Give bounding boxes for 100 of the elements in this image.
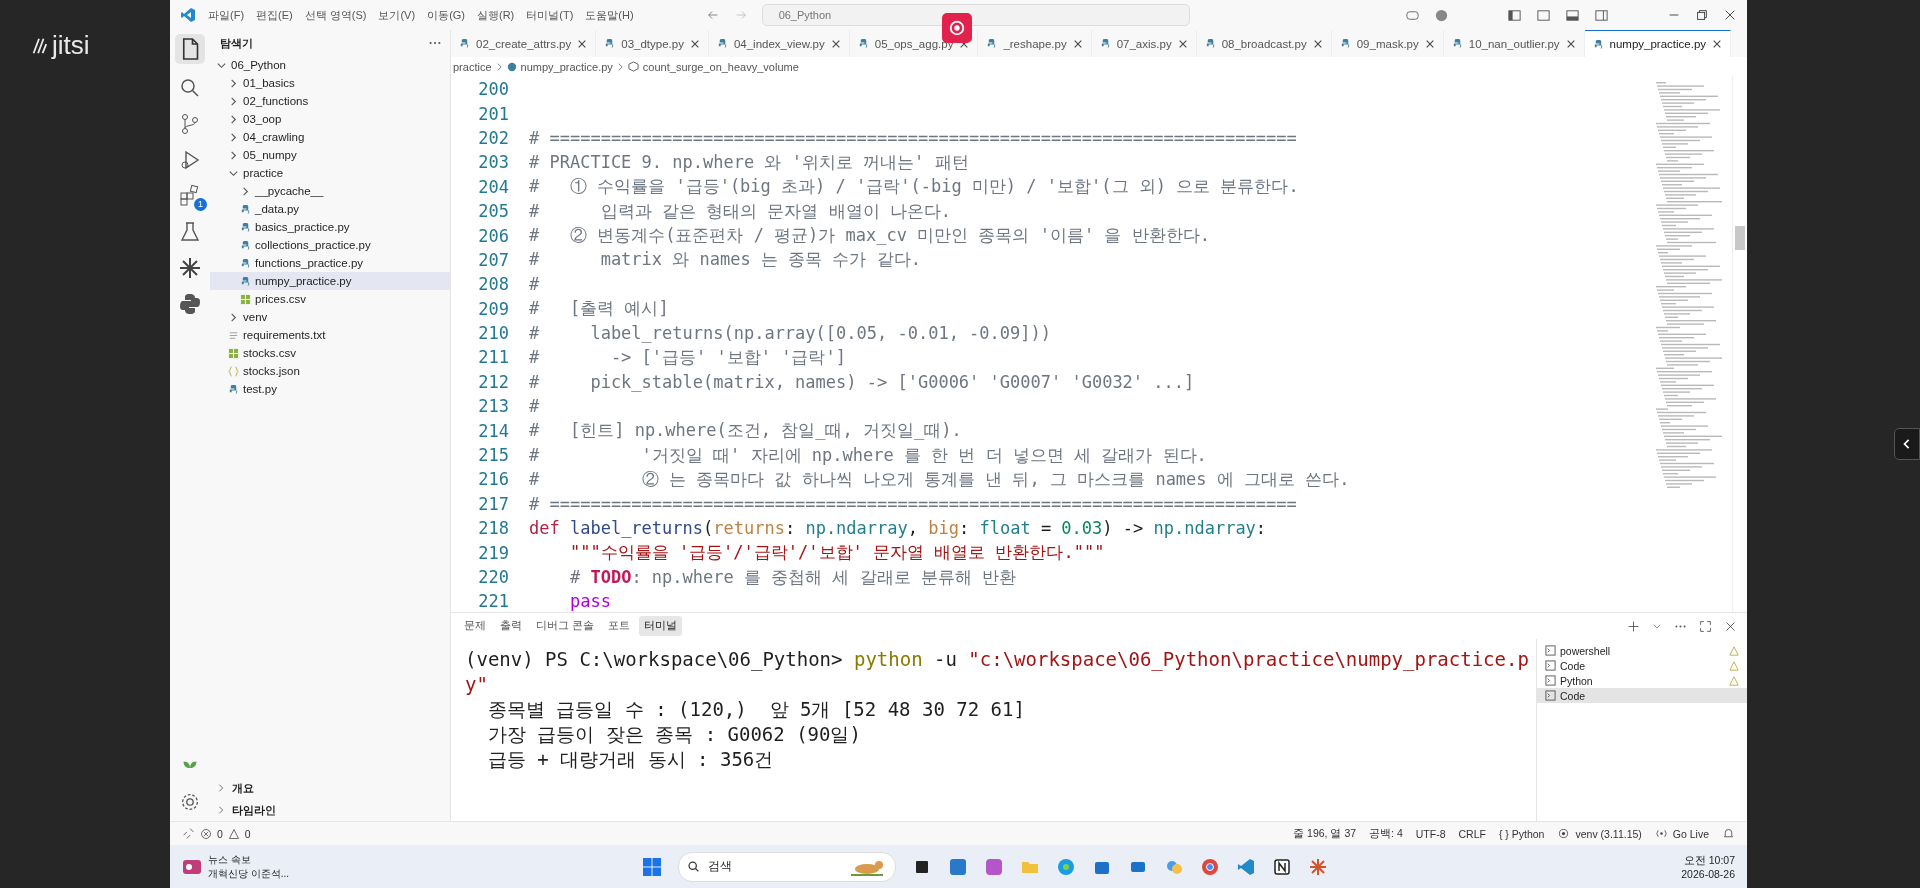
taskbar-search-field[interactable]: 검색 (678, 851, 897, 882)
panel-tab[interactable]: 포트 (602, 616, 635, 636)
tree-item[interactable]: stocks.csv (210, 344, 450, 362)
tree-item[interactable]: 02_functions (210, 92, 450, 110)
chrome-icon[interactable] (1200, 856, 1221, 877)
tree-item[interactable]: 06_Python (210, 56, 450, 74)
terminal-list-item[interactable]: powershell (1537, 643, 1747, 658)
terminal-list-item[interactable]: Code (1537, 688, 1747, 703)
vscode-logo-icon[interactable] (180, 7, 196, 23)
tree-item[interactable]: basics_practice.py (210, 218, 450, 236)
status-item[interactable]: 줄 196, 열 37 (1293, 826, 1357, 841)
editor-tab[interactable]: 09_mask.py (1331, 30, 1444, 57)
status-item[interactable]: UTF-8 (1415, 827, 1446, 840)
tree-item[interactable]: requirements.txt (210, 326, 450, 344)
layout-sidebar-icon[interactable] (1507, 7, 1522, 23)
restore-icon[interactable] (1695, 8, 1709, 22)
tree-item[interactable]: prices.csv (210, 290, 450, 308)
close-icon[interactable] (1565, 38, 1576, 49)
status-item[interactable]: venv (3.11.15) (1575, 827, 1642, 840)
editor-tab[interactable]: numpy_practice.py (1584, 30, 1732, 57)
tree-item[interactable]: 04_crawling (210, 128, 450, 146)
layout-panel-icon[interactable] (1565, 7, 1580, 23)
editor-tab[interactable]: 05_ops_agg.py (849, 30, 979, 57)
status-item[interactable]: Go Live (1672, 827, 1709, 840)
layout-secondary-icon[interactable] (1594, 7, 1609, 23)
close-icon[interactable] (1724, 619, 1737, 633)
tree-item[interactable]: collections_practice.py (210, 236, 450, 254)
tree-item[interactable]: practice (210, 164, 450, 182)
close-icon[interactable] (1177, 38, 1188, 49)
close-icon[interactable] (1072, 38, 1083, 49)
menu-item[interactable]: 이동(G) (427, 7, 465, 23)
files-icon[interactable] (175, 34, 205, 64)
new-terminal-icon[interactable] (1627, 619, 1640, 633)
menu-item[interactable]: 도움말(H) (585, 7, 634, 23)
menu-item[interactable]: 파일(F) (208, 7, 245, 23)
breadcrumb-item[interactable]: count_surge_on_heavy_volume (642, 60, 799, 73)
close-icon[interactable] (689, 38, 700, 49)
tree-item[interactable]: venv (210, 308, 450, 326)
command-search-field[interactable]: 06_Python (761, 4, 1190, 26)
panel-tab[interactable]: 문제 (459, 616, 491, 636)
section-label[interactable]: 타임라인 (232, 802, 276, 818)
tree-item[interactable]: test.py (210, 380, 450, 398)
settings-icon[interactable] (179, 791, 201, 813)
clock-time[interactable]: 오전 10:07 (1683, 853, 1735, 868)
tree-item[interactable]: functions_practice.py (210, 254, 450, 272)
breadcrumb-item[interactable]: practice (453, 60, 492, 73)
news-title[interactable]: 뉴스 속보 (208, 852, 290, 867)
editor-tab[interactable]: 07_axis.py (1091, 30, 1197, 57)
bell-icon[interactable] (1722, 827, 1735, 840)
close-icon[interactable] (1723, 8, 1737, 22)
notes-app-icon[interactable] (1272, 856, 1293, 877)
tree-item[interactable]: 05_numpy (210, 146, 450, 164)
editor-tab[interactable]: 10_nan_outlier.py (1443, 30, 1585, 57)
status-item[interactable]: 공백: 4 (1369, 826, 1403, 841)
editor-tab[interactable]: _reshape.py (978, 30, 1092, 57)
terminal-list-item[interactable]: Python (1537, 673, 1747, 688)
tree-item[interactable]: 01_basics (210, 74, 450, 92)
menu-item[interactable]: 선택 영역(S) (304, 7, 367, 23)
clock-date[interactable]: 2026-08-26 (1681, 867, 1735, 880)
code-editor-icon[interactable] (1236, 856, 1257, 877)
app-icon[interactable] (984, 856, 1005, 877)
editor-tab[interactable]: 08_broadcast.py (1196, 30, 1332, 57)
remote-icon[interactable] (182, 827, 195, 840)
tree-item[interactable]: stocks.json (210, 362, 450, 380)
editor-tab[interactable]: 03_dtype.py (596, 30, 709, 57)
tree-item[interactable]: 03_oop (210, 110, 450, 128)
menu-item[interactable]: 터미널(T) (526, 7, 574, 23)
account-icon[interactable] (1434, 7, 1449, 23)
close-icon[interactable] (1712, 39, 1723, 49)
python-icon[interactable] (178, 292, 202, 316)
terminal-list-item[interactable]: Code (1537, 658, 1747, 673)
news-headline[interactable]: 개혁신당 이준석... (208, 866, 290, 881)
browser-icon[interactable] (1056, 856, 1077, 877)
maximize-icon[interactable] (1699, 619, 1712, 633)
editor-tab[interactable]: 04_index_view.py (708, 30, 850, 57)
menu-item[interactable]: 편집(E) (256, 7, 293, 23)
side-panel-toggle-button[interactable] (1894, 428, 1920, 460)
flask-icon[interactable] (178, 220, 202, 244)
tree-item[interactable]: __pycache__ (210, 182, 450, 200)
close-icon[interactable] (1424, 38, 1435, 49)
start-icon[interactable] (642, 856, 663, 877)
editor-tab[interactable]: 02_create_attrs.py (451, 30, 597, 57)
tree-item[interactable]: numpy_practice.py (210, 272, 450, 290)
status-item[interactable]: { } Python (1498, 827, 1545, 840)
panel-tab[interactable]: 터미널 (638, 616, 682, 636)
panel-tab[interactable]: 디버그 콘솔 (531, 616, 599, 636)
menu-item[interactable]: 실행(R) (477, 7, 515, 23)
layout-editor-icon[interactable] (1536, 7, 1551, 23)
dropdown-caret-icon[interactable] (1652, 621, 1662, 631)
status-item[interactable]: CRLF (1458, 827, 1486, 840)
panel-tab[interactable]: 출력 (495, 616, 527, 636)
breadcrumb-item[interactable]: numpy_practice.py (520, 60, 613, 73)
asterisk-icon[interactable] (178, 256, 202, 280)
app-icon[interactable] (948, 856, 969, 877)
spark-app-icon[interactable] (1308, 856, 1329, 877)
close-icon[interactable] (1312, 38, 1323, 49)
tree-item[interactable]: _data.py (210, 200, 450, 218)
close-icon[interactable] (577, 38, 588, 49)
scrollbar-thumb[interactable] (1735, 226, 1745, 250)
section-label[interactable]: 개요 (232, 780, 254, 796)
